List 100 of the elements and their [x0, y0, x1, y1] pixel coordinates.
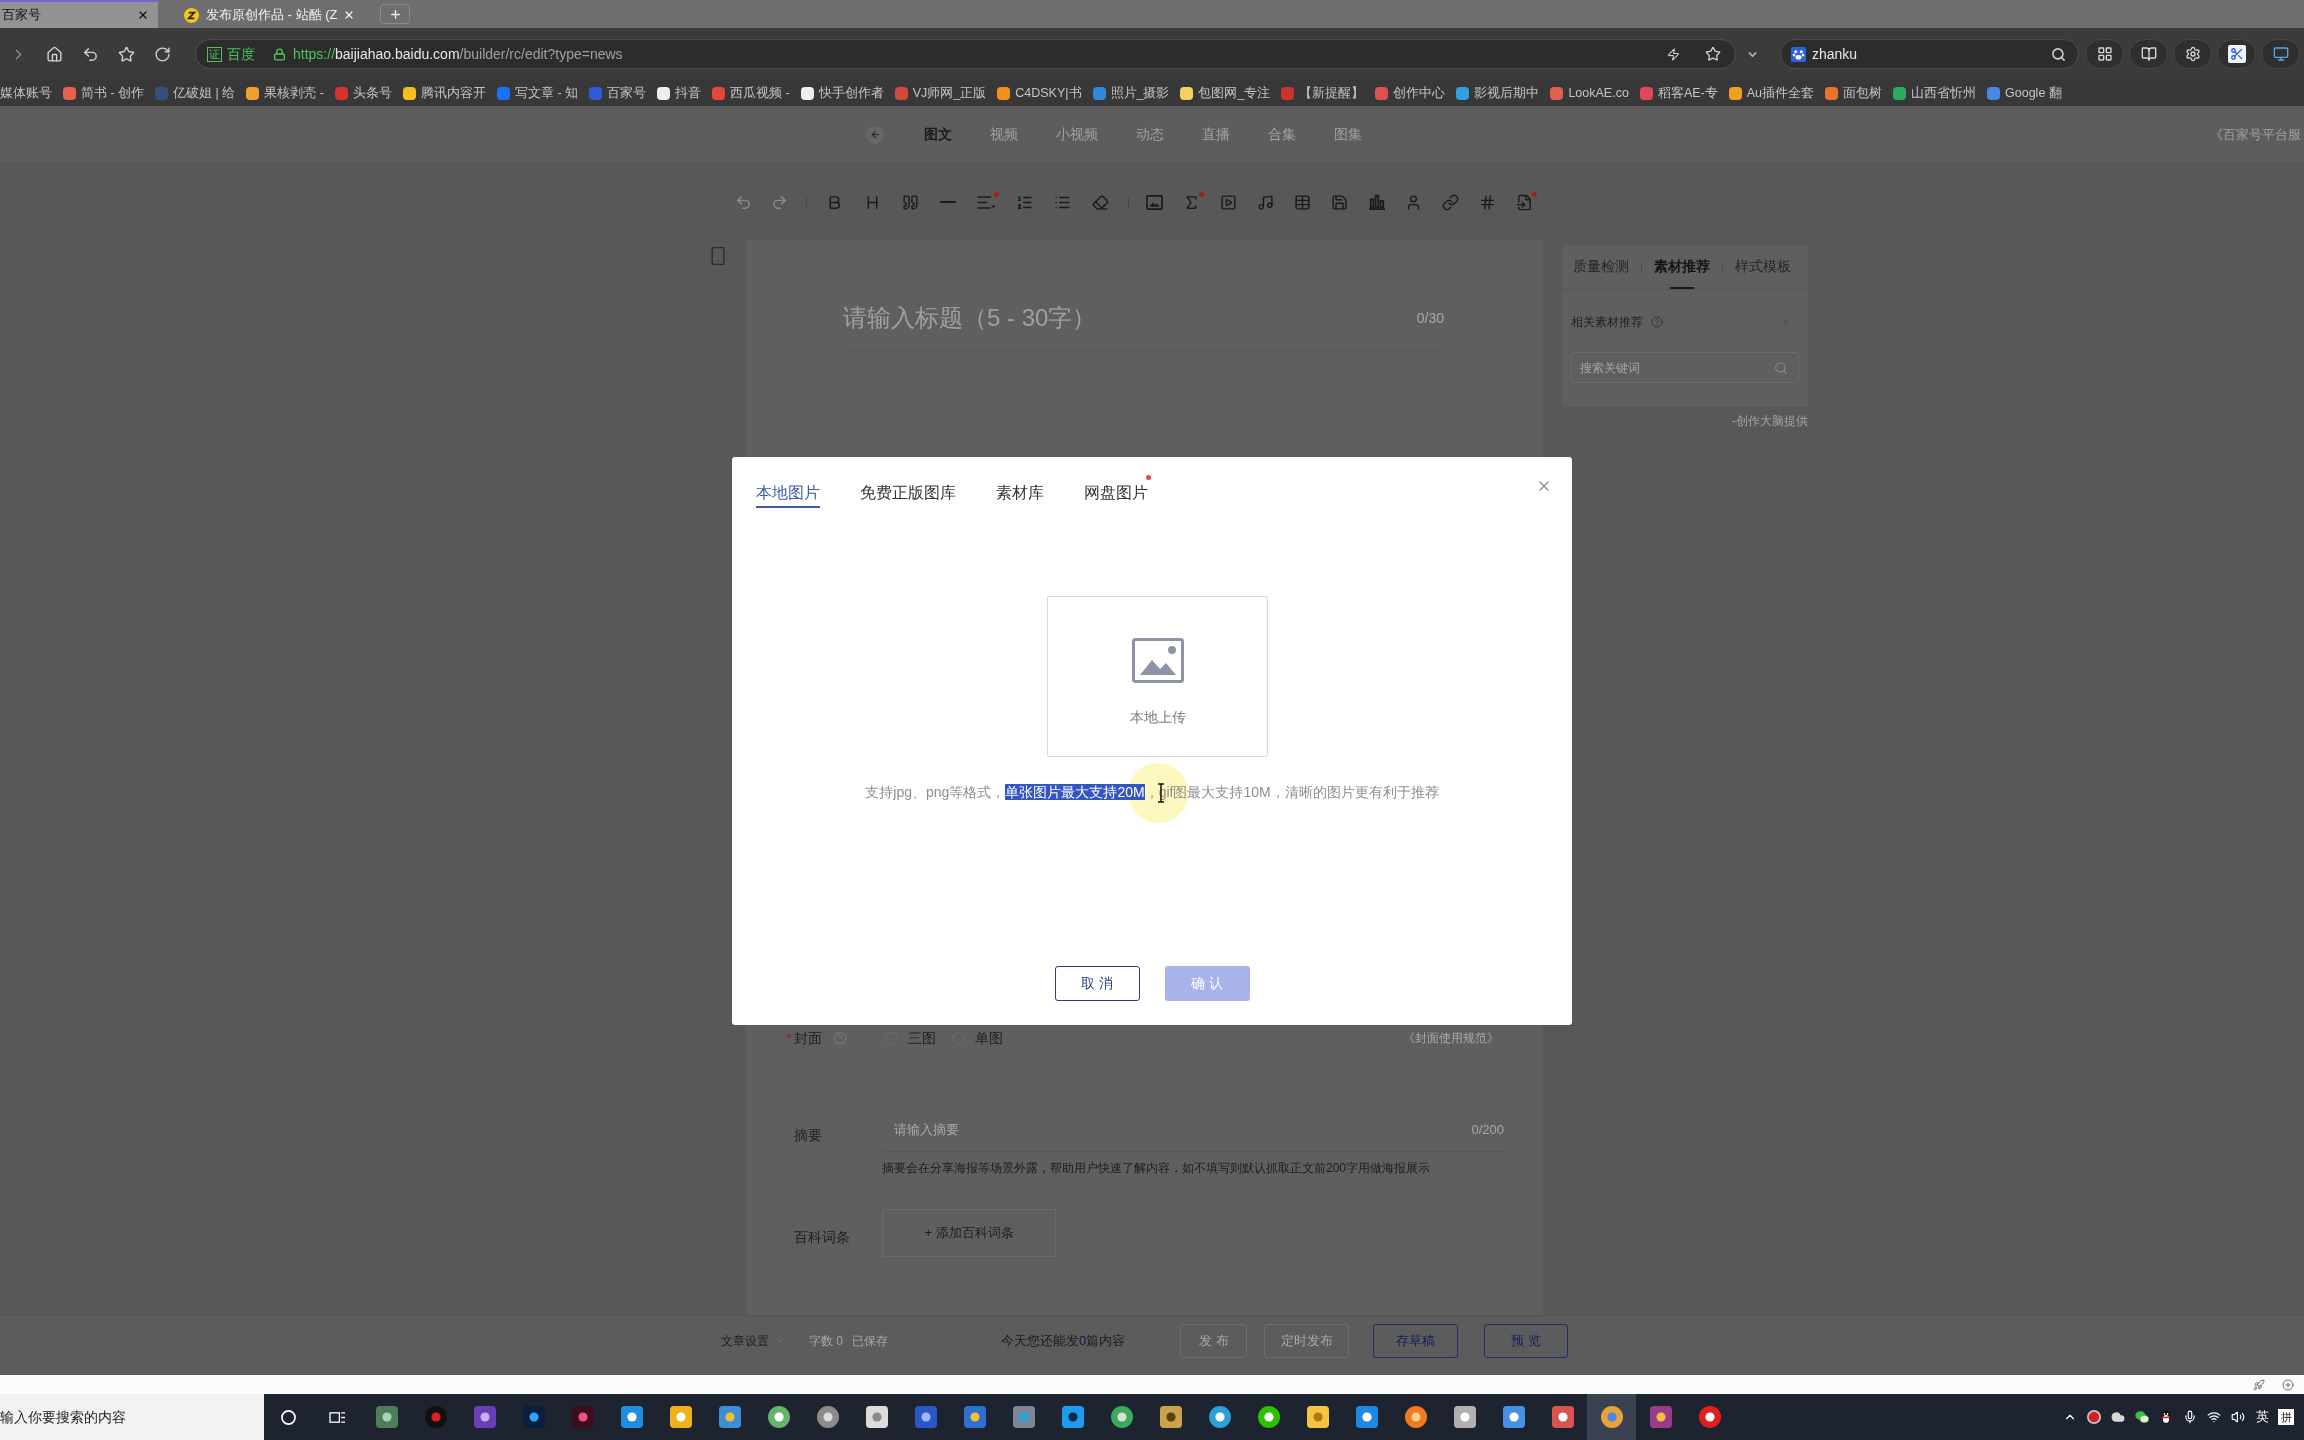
radio-label: 单图 [975, 1028, 1004, 1048]
app-icon [1551, 1406, 1574, 1428]
bookmark-link[interactable]: 果核剥壳 - [246, 83, 324, 103]
dialog-tab[interactable]: 本地图片 [756, 478, 820, 508]
bookmark-link[interactable]: 包图网_专注 [1180, 83, 1271, 103]
app-icon [1453, 1406, 1476, 1428]
bookmark-link[interactable]: 媒体账号 [0, 83, 52, 103]
dialog-tab[interactable]: 素材库 [996, 478, 1044, 508]
volume-icon [2231, 1410, 2245, 1424]
quote-icon [901, 193, 919, 211]
horizontal-rule-icon [940, 201, 956, 203]
app-icon [1306, 1406, 1329, 1428]
bookmark-link[interactable]: 面包树 [1825, 83, 1883, 103]
bookmark-link[interactable]: 抖音 [657, 83, 702, 103]
bar-chart-icon [1367, 194, 1386, 210]
new-tab-button[interactable] [380, 4, 410, 24]
field-label: 封面 [794, 1028, 823, 1048]
paw-icon [1791, 46, 1806, 62]
bookmark-link[interactable]: C4DSKY|书 [997, 83, 1082, 103]
upload-area[interactable]: 本地上传 [1047, 596, 1268, 757]
app-icon [816, 1406, 839, 1428]
bookmark-link[interactable]: Google 翻 [1987, 83, 2062, 103]
app-icon [669, 1406, 692, 1428]
bookmark-link[interactable]: Au插件全套 [1728, 83, 1815, 103]
close-icon [137, 9, 149, 21]
input-method-indicator[interactable]: 英 [2250, 1407, 2274, 1427]
summary-input[interactable]: 请输入摘要 [882, 1120, 1472, 1140]
align-left-icon [975, 193, 997, 211]
app-icon [767, 1406, 790, 1428]
scissors-icon [2227, 45, 2246, 63]
search-input[interactable]: zhanku [1812, 43, 2051, 65]
bookmark-link[interactable]: LookAE.co [1550, 83, 1629, 103]
bookmark-link[interactable]: VJ师网_正版 [894, 83, 987, 103]
required-mark: * [786, 1028, 792, 1048]
section-title: 相关素材推荐 [1571, 314, 1643, 331]
extension-button[interactable] [2173, 39, 2212, 69]
undo-icon [734, 193, 752, 211]
monitor-icon [2272, 46, 2289, 62]
app-icon [375, 1406, 398, 1428]
bookmark-link[interactable]: 影视后期中 [1456, 83, 1540, 103]
cancel-button[interactable]: 取 消 [1054, 966, 1140, 1001]
book-icon [2140, 46, 2157, 62]
title-input[interactable]: 请输入标题（5 - 30字） [843, 300, 1417, 336]
character-count: 0/200 [1471, 1121, 1504, 1140]
extension-button[interactable] [2217, 39, 2256, 69]
app-icon [1208, 1406, 1231, 1428]
bookmark-link[interactable]: 照片_摄影 [1092, 83, 1170, 103]
back-button[interactable] [866, 125, 884, 144]
rocket-icon [2253, 1378, 2265, 1391]
extension-button[interactable] [2085, 39, 2124, 69]
app-icon [1600, 1406, 1623, 1428]
bookmark-link[interactable]: 百家号 [589, 83, 647, 103]
app-icon [914, 1406, 937, 1428]
search-field[interactable]: 搜索关键词 [1571, 352, 1799, 383]
field-label: 百科词条 [794, 1227, 851, 1247]
search-input[interactable]: 搜索关键词 [1580, 358, 1774, 377]
star-icon [1705, 46, 1721, 62]
bookmark-link[interactable]: 山西省忻州 [1893, 83, 1977, 103]
bookmark-link[interactable]: 创作中心 [1375, 83, 1446, 103]
bookmark-link[interactable]: 腾讯内容开 [402, 83, 486, 103]
back-arrow-icon [869, 129, 881, 140]
search-field[interactable]: zhanku [1780, 39, 2079, 69]
app-icon [1110, 1406, 1133, 1428]
input-mode-indicator[interactable]: 拼 [2278, 1409, 2294, 1425]
bookmark-link[interactable]: 简书 - 创作 [63, 83, 145, 103]
close-icon [343, 9, 355, 21]
circle-icon [281, 1409, 296, 1425]
app-icon [1649, 1406, 1672, 1428]
music-note-icon [1257, 193, 1274, 211]
app-icon [1061, 1406, 1084, 1428]
task-view-icon [329, 1409, 346, 1425]
extension-button[interactable] [2261, 39, 2300, 69]
app-icon [1404, 1406, 1427, 1428]
bookmark-link[interactable]: 亿破姐 | 给 [155, 83, 236, 103]
address-field[interactable]: 证 百度 https://baijiahao.baidu.com/builder/rc/edit?type=news [195, 39, 1736, 69]
bookmark-link[interactable]: 西瓜视频 - [712, 83, 790, 103]
url-text: https://baijiahao.baidu.com/builder/rc/edit?type=news [293, 44, 623, 64]
app-icon [1012, 1406, 1035, 1428]
extension-button[interactable] [2129, 39, 2168, 69]
browser-tab[interactable]: 百家号 [0, 0, 158, 28]
bookmark-link[interactable]: 【新提醒】 [1281, 83, 1365, 103]
taskbar-search-input[interactable]: 输入你要搜索的内容 [0, 1394, 264, 1440]
microphone-icon [2183, 1410, 2197, 1424]
dialog-tab[interactable]: 免费正版图库 [860, 478, 956, 508]
app-icon [522, 1406, 545, 1428]
app-icon [718, 1406, 741, 1428]
grid-icon [2096, 46, 2113, 62]
document-import-icon [1516, 193, 1533, 211]
bookmark-link[interactable]: 稻客AE-专 [1639, 83, 1718, 103]
bookmark-link[interactable]: 快手创作者 [800, 83, 884, 103]
star-icon [117, 45, 135, 63]
dialog-tab[interactable]: 网盘图片 [1084, 478, 1148, 508]
save-icon [1331, 193, 1348, 211]
refresh-icon [153, 45, 171, 63]
plus-circle-icon [2282, 1378, 2294, 1391]
upload-label: 本地上传 [1129, 708, 1186, 727]
undo-icon [81, 45, 99, 63]
browser-tab[interactable]: 发布原创作品 - 站酷 (Z [158, 0, 368, 28]
bookmark-link[interactable]: 写文章 - 知 [496, 83, 579, 103]
bookmark-link[interactable]: 头条号 [334, 83, 392, 103]
